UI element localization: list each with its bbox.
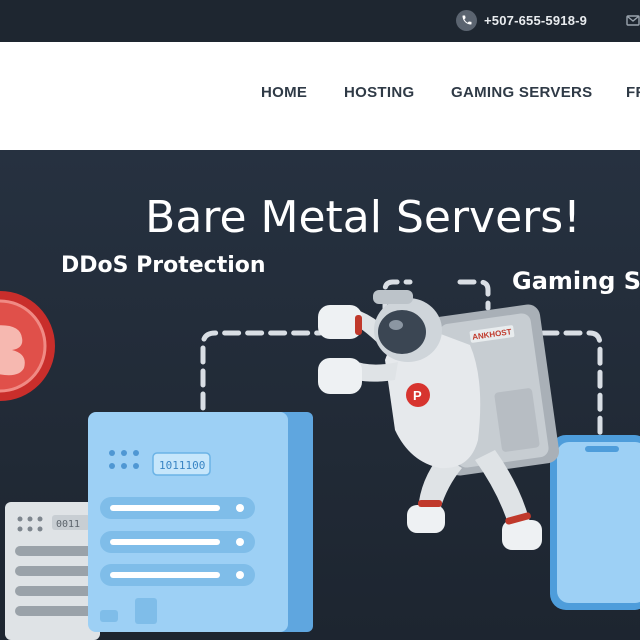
hero-banner: Bare Metal Servers! DDoS Protection Gami… — [0, 150, 640, 640]
nav-fr[interactable]: FR — [626, 84, 640, 108]
main-server-icon: 1011100 — [88, 412, 313, 632]
phone-contact[interactable]: +507-655-5918-9 — [456, 9, 587, 31]
nav-home[interactable]: HOME — [261, 84, 307, 108]
nav-gaming-servers[interactable]: GAMING SERVERS — [451, 84, 592, 108]
mail-icon[interactable] — [626, 13, 640, 27]
astronaut-illustration: ANKHOST P — [318, 290, 560, 550]
coin-badge-icon — [0, 291, 55, 401]
phone-number: +507-655-5918-9 — [484, 12, 588, 28]
nav-hosting[interactable]: HOSTING — [344, 84, 414, 108]
suit-badge-letter: P — [413, 388, 422, 403]
hero-illustration: 0011 1011100 ANKHOST P — [0, 279, 640, 640]
server-binary-label: 1011100 — [159, 459, 205, 472]
top-bar: +507-655-5918-9 — [0, 0, 640, 42]
dashed-connector-left — [200, 330, 323, 411]
smartphone-icon — [550, 435, 640, 610]
svg-text:0011: 0011 — [56, 519, 80, 530]
phone-icon — [456, 9, 477, 31]
small-server-icon: 0011 — [5, 502, 100, 640]
dashed-connector-top-right — [457, 279, 491, 311]
